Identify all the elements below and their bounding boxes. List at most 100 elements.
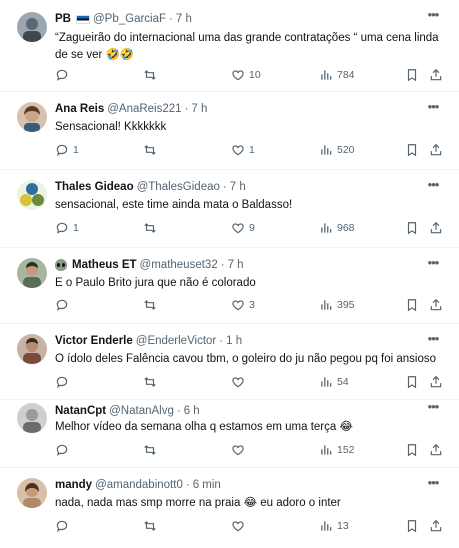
views-button[interactable]: 54 [319,373,349,391]
reply-button[interactable]: 1 [55,141,79,159]
user-handle[interactable]: @amandabinott0 [95,479,183,491]
user-name[interactable]: NatanCpt [55,405,106,417]
user-handle[interactable]: @matheuset32 [140,259,218,271]
like-count: 9 [249,222,255,234]
share-icon [430,443,442,456]
more-dots-icon[interactable]: ••• [425,476,441,492]
avatar[interactable] [17,478,47,508]
timestamp[interactable]: 6 h [184,405,200,417]
bookmark-button[interactable] [405,66,419,84]
user-name[interactable]: Thales Gideao [55,181,134,193]
share-button[interactable] [429,373,443,391]
views-button[interactable]: 968 [319,219,355,237]
share-button[interactable] [429,441,443,459]
user-handle[interactable]: @NatanAlvg [109,405,174,417]
avatar[interactable] [17,12,47,42]
like-button[interactable]: 3 [231,296,255,314]
bookmark-button[interactable] [405,517,419,535]
tweet[interactable]: Victor Enderle @EnderleVictor · 1 h ••• … [0,324,459,400]
user-name[interactable]: Victor Enderle [55,335,133,347]
bookmark-button[interactable] [405,441,419,459]
tweet-header: Ana Reis @AnaReis221 · 7 h [55,101,419,117]
reply-button[interactable] [55,373,73,391]
tweet[interactable]: NatanCpt @NatanAlvg · 6 h ••• Melhor víd… [0,400,459,468]
avatar[interactable] [17,258,47,288]
bookmark-button[interactable] [405,219,419,237]
retweet-icon [144,70,156,80]
reply-icon [56,376,68,388]
more-dots-icon[interactable]: ••• [425,332,441,348]
tweet[interactable]: PB @Pb_GarciaF · 7 h ••• “Zagueirão do i… [0,0,459,92]
retweet-button[interactable] [143,141,161,159]
more-dots-icon[interactable]: ••• [425,178,441,194]
avatar[interactable] [17,102,47,132]
reply-button[interactable] [55,296,73,314]
timestamp[interactable]: 7 h [230,181,246,193]
like-button[interactable] [231,517,249,535]
tweet-text: sensacional, este time ainda mata o Bald… [55,199,293,211]
share-button[interactable] [429,141,443,159]
avatar[interactable] [17,334,47,364]
user-handle[interactable]: @AnaReis221 [107,103,181,115]
more-dots-icon[interactable]: ••• [425,256,441,272]
share-button[interactable] [429,517,443,535]
like-button[interactable] [231,373,249,391]
view-count: 784 [337,69,355,81]
timestamp[interactable]: 7 h [191,103,207,115]
avatar[interactable] [17,403,47,433]
tweet[interactable]: Ana Reis @AnaReis221 · 7 h ••• Sensacion… [0,92,459,170]
retweet-button[interactable] [143,296,161,314]
like-button[interactable]: 10 [231,66,261,84]
timestamp[interactable]: 6 min [193,479,221,491]
like-button[interactable] [231,441,249,459]
views-button[interactable]: 152 [319,441,355,459]
share-button[interactable] [429,66,443,84]
user-handle[interactable]: @EnderleVictor [136,335,217,347]
like-count: 10 [249,69,261,81]
reply-count: 1 [73,222,79,234]
timestamp[interactable]: 7 h [176,13,192,25]
tweet-actions: 1 1 520 [55,141,445,159]
retweet-button[interactable] [143,373,161,391]
reply-button[interactable] [55,66,73,84]
retweet-button[interactable] [143,219,161,237]
user-name[interactable]: PB [55,13,71,25]
share-icon [430,298,442,311]
avatar[interactable] [17,180,47,210]
views-button[interactable]: 13 [319,517,349,535]
reply-icon [56,222,68,234]
like-button[interactable]: 9 [231,219,255,237]
separator: · [222,181,227,193]
more-dots-icon[interactable]: ••• [425,100,441,116]
views-button[interactable]: 784 [319,66,355,84]
user-handle[interactable]: @Pb_GarciaF [93,13,166,25]
retweet-button[interactable] [143,66,161,84]
timestamp[interactable]: 1 h [226,335,242,347]
tweet[interactable]: Thales Gideao @ThalesGideao · 7 h ••• se… [0,170,459,248]
tweet-text: Melhor vídeo da semana olha q estamos em… [55,421,353,433]
view-count: 54 [337,376,349,388]
user-handle[interactable]: @ThalesGideao [137,181,220,193]
retweet-button[interactable] [143,441,161,459]
share-button[interactable] [429,296,443,314]
tweet[interactable]: mandy @amandabinott0 · 6 min ••• nada, n… [0,468,459,548]
user-name[interactable]: mandy [55,479,92,491]
bookmark-button[interactable] [405,141,419,159]
bookmark-button[interactable] [405,373,419,391]
views-button[interactable]: 520 [319,141,355,159]
retweet-button[interactable] [143,517,161,535]
bookmark-button[interactable] [405,296,419,314]
more-dots-icon[interactable]: ••• [425,400,441,416]
bookmark-icon [407,69,417,82]
tweet[interactable]: Matheus ET @matheuset32 · 7 h ••• E o Pa… [0,248,459,324]
reply-button[interactable] [55,517,73,535]
timestamp[interactable]: 7 h [228,259,244,271]
more-dots-icon[interactable]: ••• [425,8,441,24]
share-button[interactable] [429,219,443,237]
like-button[interactable]: 1 [231,141,255,159]
user-name[interactable]: Matheus ET [72,259,137,271]
reply-button[interactable] [55,441,73,459]
user-name[interactable]: Ana Reis [55,103,104,115]
reply-button[interactable]: 1 [55,219,79,237]
views-button[interactable]: 395 [319,296,355,314]
